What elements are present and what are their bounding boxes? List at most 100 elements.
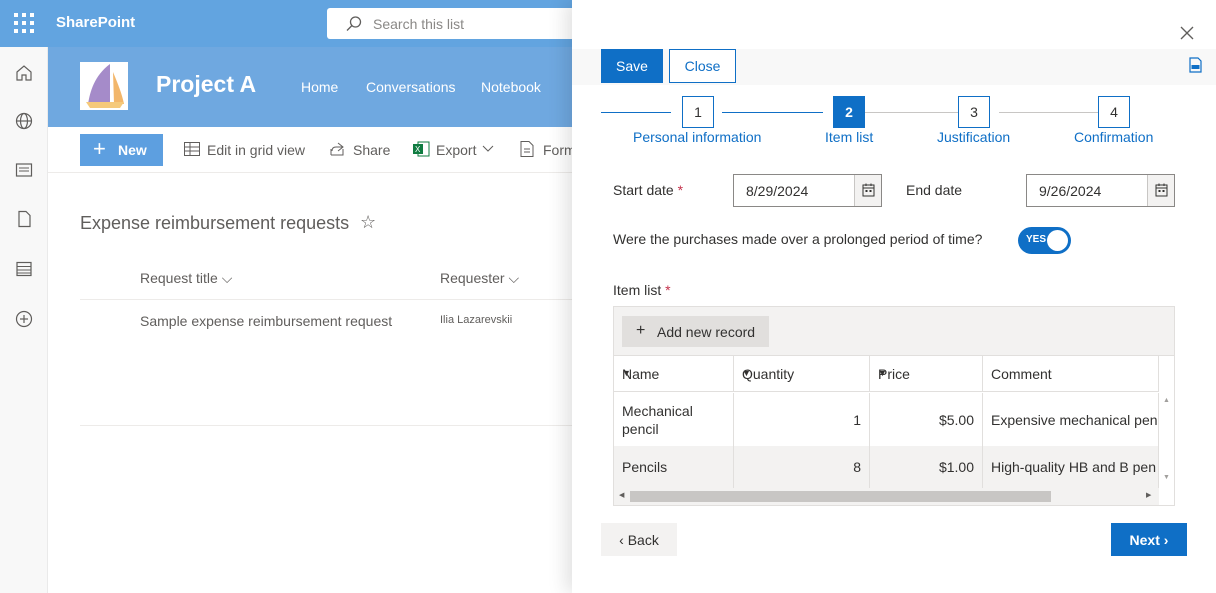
back-label: Back	[627, 531, 659, 548]
create-icon[interactable]	[14, 309, 34, 329]
scrollbar-thumb[interactable]	[630, 491, 1051, 502]
list-item-requester: Ilia Lazarevskii	[440, 314, 513, 326]
step-connector	[601, 112, 671, 113]
item-list-label: Item list *	[613, 282, 671, 298]
chevron-right-icon: ›	[1163, 531, 1169, 548]
item-list-grid: + Add new record Name ▼ Quantity ▼ Price ▼ C…	[613, 306, 1175, 506]
start-date-label: Start date *	[613, 182, 684, 198]
nav-conversations[interactable]: Conversations	[366, 79, 456, 95]
column-header-price[interactable]: Price ▼	[870, 356, 983, 392]
form-panel: Save Close 1 2 3 4 Personal information …	[572, 0, 1216, 593]
list-item-title[interactable]: Sample expense reimbursement request	[140, 313, 392, 329]
close-button[interactable]: Close	[669, 49, 736, 83]
column-header-comment[interactable]: Comment	[983, 356, 1159, 392]
calendar-icon	[1155, 183, 1168, 197]
calendar-button[interactable]	[854, 175, 881, 206]
scroll-down-icon[interactable]: ▼	[1163, 474, 1170, 481]
back-button[interactable]: ‹ Back	[601, 523, 677, 556]
scroll-right-icon[interactable]: ▶	[1146, 491, 1151, 499]
step-1[interactable]: 1	[682, 96, 714, 128]
end-date-label: End date	[906, 182, 963, 198]
column-header-quantity[interactable]: Quantity ▼	[734, 356, 870, 392]
start-date-picker[interactable]	[733, 174, 882, 207]
cell-comment[interactable]: High-quality HB and B pen	[983, 446, 1159, 488]
cell-price[interactable]: $1.00	[870, 446, 983, 488]
calendar-button[interactable]	[1147, 175, 1174, 206]
divider	[80, 299, 580, 300]
horizontal-scrollbar[interactable]: ◀ ▶	[614, 488, 1159, 505]
form-icon	[520, 141, 534, 157]
app-name[interactable]: SharePoint	[56, 14, 135, 31]
site-logo[interactable]	[80, 62, 128, 110]
chevron-down-icon	[482, 145, 494, 152]
home-icon[interactable]	[14, 63, 34, 83]
edit-grid-view-button[interactable]: Edit in grid view	[207, 142, 305, 158]
share-button[interactable]: Share	[353, 142, 390, 158]
prolonged-toggle[interactable]: YES	[1018, 227, 1071, 254]
nav-notebook[interactable]: Notebook	[481, 79, 541, 95]
column-header-requester[interactable]: Requester ⌵	[440, 270, 519, 287]
next-label: Next	[1129, 531, 1160, 548]
new-label: New	[118, 142, 147, 158]
form-button[interactable]: Form	[543, 142, 576, 158]
add-new-record-button[interactable]: + Add new record	[622, 316, 769, 347]
search-box[interactable]	[327, 8, 587, 39]
step-connector	[722, 112, 823, 113]
cell-quantity[interactable]: 8	[734, 446, 870, 488]
step-label-justification[interactable]: Justification	[937, 129, 1010, 145]
step-4[interactable]: 4	[1098, 96, 1130, 128]
cell-name[interactable]: Pencils	[614, 446, 734, 488]
toggle-knob	[1047, 230, 1068, 251]
toggle-text: YES	[1026, 234, 1047, 245]
step-label-item-list[interactable]: Item list	[825, 129, 873, 145]
step-3[interactable]: 3	[958, 96, 990, 128]
step-connector	[999, 112, 1098, 113]
add-new-record-label: Add new record	[657, 323, 756, 340]
cell-comment[interactable]: Expensive mechanical penc	[983, 393, 1159, 446]
cell-name[interactable]: Mechanical pencil	[614, 393, 734, 446]
step-connector	[864, 112, 958, 113]
vertical-scrollbar[interactable]: ▲ ▼	[1159, 393, 1174, 488]
close-icon[interactable]	[1178, 24, 1196, 42]
search-icon	[346, 16, 362, 31]
scroll-left-icon[interactable]: ◀	[619, 491, 624, 499]
left-rail	[0, 47, 48, 593]
search-input[interactable]	[373, 14, 573, 34]
list-icon[interactable]	[14, 259, 34, 279]
pdf-export-icon[interactable]	[1188, 57, 1203, 73]
document-icon[interactable]	[14, 209, 34, 229]
save-button[interactable]: Save	[601, 49, 663, 83]
export-button[interactable]: Export	[436, 142, 476, 158]
column-header-name[interactable]: Name ▼	[614, 356, 734, 392]
news-icon[interactable]	[14, 160, 34, 180]
excel-icon: X	[413, 141, 430, 157]
list-title: Expense reimbursement requests	[80, 213, 350, 233]
panel-toolbar: Save Close	[572, 49, 1216, 85]
filter-icon[interactable]: ▼	[742, 368, 851, 378]
filter-icon[interactable]: ▼	[878, 368, 964, 378]
cell-price[interactable]: $5.00	[870, 393, 983, 446]
app-launcher-icon[interactable]	[14, 13, 34, 33]
end-date-input[interactable]	[1027, 175, 1147, 206]
grid-view-icon	[184, 142, 200, 156]
calendar-icon	[862, 183, 875, 197]
prolonged-question-label: Were the purchases made over a prolonged…	[613, 231, 983, 247]
divider	[80, 425, 580, 426]
next-button[interactable]: Next ›	[1111, 523, 1187, 556]
cell-quantity[interactable]: 1	[734, 393, 870, 446]
end-date-picker[interactable]	[1026, 174, 1175, 207]
filter-icon[interactable]: ▼	[622, 368, 715, 378]
column-header-request-title[interactable]: Request title ⌵	[140, 270, 232, 287]
grid-toolbar: + Add new record	[614, 307, 1174, 356]
new-button[interactable]: + New	[80, 134, 163, 166]
step-label-personal-information[interactable]: Personal information	[633, 129, 761, 145]
step-label-confirmation[interactable]: Confirmation	[1074, 129, 1153, 145]
start-date-input[interactable]	[734, 175, 854, 206]
plus-icon: +	[636, 322, 646, 339]
step-2[interactable]: 2	[833, 96, 865, 128]
favorite-star-icon[interactable]: ☆	[360, 212, 376, 233]
nav-home[interactable]: Home	[301, 79, 338, 95]
globe-icon[interactable]	[14, 111, 34, 131]
scroll-up-icon[interactable]: ▲	[1163, 397, 1170, 404]
site-title[interactable]: Project A	[156, 71, 256, 98]
